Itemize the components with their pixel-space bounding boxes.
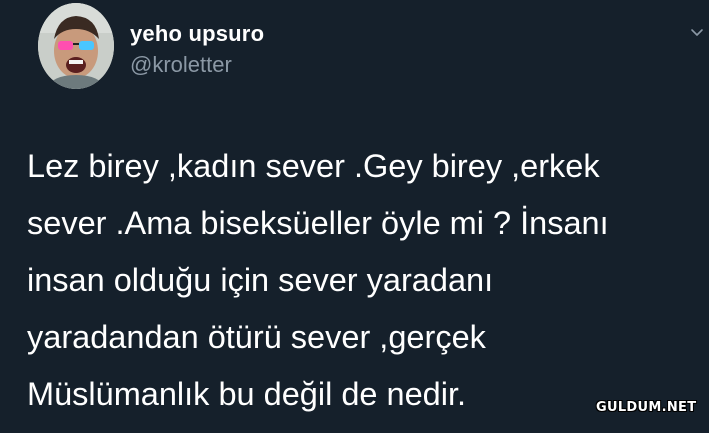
tweet-text-line: insan olduğu için sever yaradanı [27,262,494,298]
tweet-text-line: sever .Ama biseksüeller öyle mi ? İnsanı [27,205,609,241]
tweet-card: yeho upsuro @kroletter Lez birey ,kadın … [0,0,709,433]
site-watermark: GULDUM.NET [596,400,697,415]
tweet-text: Lez birey ,kadın sever .Gey birey ,erkek… [27,138,697,423]
author-avatar[interactable] [38,3,114,89]
tweet-text-line: Lez birey ,kadın sever .Gey birey ,erkek [27,148,600,184]
chevron-down-icon[interactable] [690,26,704,40]
tweet-text-line: yaradandan ötürü sever ,gerçek [27,319,486,355]
author-handle[interactable]: @kroletter [130,52,232,78]
avatar-photo-icon [38,3,114,89]
author-name[interactable]: yeho upsuro [130,21,264,47]
